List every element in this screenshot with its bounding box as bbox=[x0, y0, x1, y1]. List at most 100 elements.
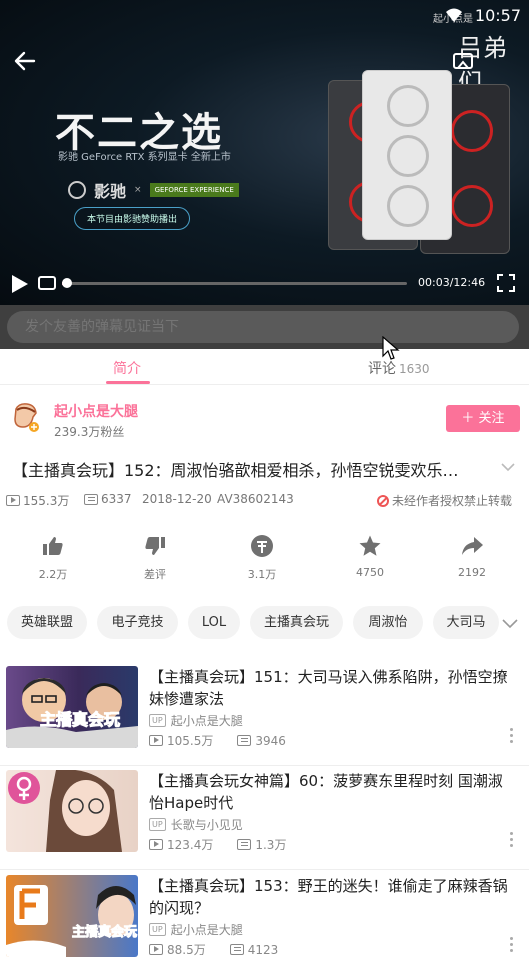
uploader-name[interactable]: 起小点是大腿 bbox=[54, 401, 138, 421]
related-title: 【主播真会玩】151：大司马误入佛系陷阱，孙悟空撩妹惨遭家法 bbox=[149, 668, 508, 708]
related-danmaku-value: 3946 bbox=[255, 733, 286, 748]
up-badge: UP bbox=[149, 714, 166, 727]
video-player[interactable]: 起小点是 10:57 吕弟们 不二之选 影驰 GeForce RTX 系列显卡 … bbox=[0, 0, 529, 305]
prohibited-icon bbox=[377, 494, 389, 507]
action-bar: 2.2万 差评 3.1万 4750 2192 bbox=[0, 530, 529, 582]
thumbnail-badge: 主播真会玩 bbox=[71, 925, 138, 941]
related-danmaku: 1.3万 bbox=[237, 836, 286, 853]
dislike-button[interactable]: 差评 bbox=[125, 530, 185, 582]
related-danmaku-value: 1.3万 bbox=[255, 838, 287, 852]
tab-comments[interactable]: 评论 1630 bbox=[368, 358, 430, 378]
danmaku-input[interactable] bbox=[7, 311, 519, 343]
related-thumbnail: 主播真会玩 bbox=[6, 666, 138, 748]
uploader-fans: 239.3万粉丝 bbox=[54, 425, 125, 439]
up-badge: UP bbox=[149, 818, 166, 831]
ad-partner-badge: GEFORCE EXPERIENCE bbox=[149, 183, 239, 197]
wifi-icon bbox=[446, 8, 462, 22]
view-count: 155.3万 bbox=[6, 492, 69, 509]
favorite-button[interactable]: 4750 bbox=[340, 530, 400, 579]
play-icon[interactable] bbox=[8, 273, 30, 295]
star-icon bbox=[359, 535, 381, 556]
more-options-icon[interactable] bbox=[508, 937, 514, 953]
thumbs-up-icon bbox=[43, 537, 63, 555]
repost-notice: 未经作者授权禁止转载 bbox=[377, 492, 512, 509]
related-uploader-name: 起小点是大腿 bbox=[170, 714, 243, 728]
view-count-value: 155.3万 bbox=[23, 494, 70, 508]
related-video-item[interactable]: 【主播真会玩女神篇】60：菠萝赛东里程时刻 国潮淑怡Hape时代 UP 长歌与小… bbox=[0, 770, 529, 870]
related-thumbnail: 主播真会玩 bbox=[6, 875, 138, 957]
up-badge: UP bbox=[149, 923, 166, 936]
gpu-card-front bbox=[362, 70, 452, 240]
progress-bar[interactable] bbox=[62, 278, 407, 288]
play-count-icon bbox=[149, 735, 163, 746]
coin-button[interactable]: 3.1万 bbox=[232, 530, 292, 582]
progress-knob[interactable] bbox=[62, 278, 72, 288]
content-tabs: 简介 评论 1630 bbox=[0, 349, 529, 385]
danmaku-count-icon bbox=[237, 839, 252, 850]
favorite-count: 4750 bbox=[356, 566, 384, 579]
danmaku-toggle-icon[interactable] bbox=[38, 276, 56, 290]
tag-chip[interactable]: 大司马 bbox=[433, 606, 499, 639]
related-stats: 123.4万 1.3万 bbox=[149, 836, 286, 853]
brand-logo-icon bbox=[68, 181, 86, 199]
like-count: 2.2万 bbox=[38, 568, 68, 581]
share-button[interactable]: 2192 bbox=[442, 530, 502, 579]
related-uploader: UP 起小点是大腿 bbox=[149, 712, 243, 729]
chevron-down-icon[interactable] bbox=[501, 615, 519, 631]
ad-brand-name: 影驰 bbox=[94, 182, 127, 201]
ad-subline: 影驰 GeForce RTX 系列显卡 全新上市 bbox=[58, 152, 231, 163]
related-stats: 88.5万 4123 bbox=[149, 941, 278, 958]
related-uploader: UP 长歌与小见见 bbox=[149, 816, 243, 833]
related-danmaku-value: 4123 bbox=[247, 942, 279, 957]
graphics-card-image bbox=[328, 62, 513, 254]
status-time: 10:57 bbox=[474, 6, 521, 25]
related-stats: 105.5万 3946 bbox=[149, 732, 286, 749]
thumbs-down-icon bbox=[145, 537, 165, 555]
danmaku-count-icon bbox=[229, 944, 244, 955]
related-title: 【主播真会玩女神篇】60：菠萝赛东里程时刻 国潮淑怡Hape时代 bbox=[149, 772, 503, 812]
tag-chip[interactable]: 电子竞技 bbox=[97, 606, 178, 639]
thumbnail-cartoon-image bbox=[6, 885, 136, 957]
share-count: 2192 bbox=[458, 566, 486, 579]
back-arrow-icon[interactable] bbox=[12, 48, 38, 74]
play-count-icon bbox=[149, 839, 163, 850]
related-uploader-name: 长歌与小见见 bbox=[170, 818, 243, 832]
danmaku-count-value: 6337 bbox=[101, 492, 132, 506]
related-views-value: 123.4万 bbox=[167, 838, 214, 852]
related-uploader-name: 起小点是大腿 bbox=[170, 923, 243, 937]
related-views: 105.5万 bbox=[149, 732, 213, 749]
related-views: 88.5万 bbox=[149, 941, 206, 958]
danmaku-bar bbox=[0, 305, 529, 349]
related-uploader: UP 起小点是大腿 bbox=[149, 921, 243, 938]
tag-chip[interactable]: 周淑怡 bbox=[353, 606, 423, 639]
tag-chip[interactable]: 主播真会玩 bbox=[250, 606, 343, 639]
related-video-item[interactable]: 主播真会玩 【主播真会玩】153：野王的迷失！谁偷走了麻辣香锅的闪现？ UP 起… bbox=[0, 875, 529, 962]
danmaku-count: 6337 bbox=[84, 492, 132, 506]
more-options-icon[interactable] bbox=[508, 728, 514, 744]
thumbnail-badge: 主播真会玩 bbox=[39, 710, 121, 730]
danmaku-count-icon bbox=[84, 493, 98, 505]
tab-active-indicator bbox=[106, 381, 150, 384]
avatar[interactable] bbox=[11, 401, 41, 433]
player-controls: 00:03/12:46 bbox=[0, 265, 529, 305]
tag-list: 英雄联盟 电子竞技 LOL 主播真会玩 周淑怡 大司马 bbox=[0, 606, 529, 640]
fullscreen-icon[interactable] bbox=[496, 273, 516, 293]
more-options-icon[interactable] bbox=[508, 832, 514, 848]
tab-intro[interactable]: 简介 bbox=[113, 358, 141, 378]
related-views: 123.4万 bbox=[149, 836, 213, 853]
share-icon bbox=[462, 537, 483, 555]
chevron-down-icon[interactable] bbox=[500, 459, 516, 475]
follow-button[interactable]: ＋ 关注 bbox=[446, 405, 520, 432]
like-button[interactable]: 2.2万 bbox=[23, 530, 83, 582]
timecode: 00:03/12:46 bbox=[418, 276, 486, 289]
related-danmaku: 4123 bbox=[229, 941, 279, 958]
publish-date: 2018-12-20 bbox=[142, 492, 212, 506]
video-title: 【主播真会玩】152：周淑怡骆歆相爱相杀，孙悟空锐雯欢乐… bbox=[12, 461, 459, 480]
tag-chip[interactable]: 英雄联盟 bbox=[7, 606, 87, 639]
related-video-item[interactable]: 主播真会玩 【主播真会玩】151：大司马误入佛系陷阱，孙悟空撩妹惨遭家法 UP … bbox=[0, 666, 529, 766]
uploader-row: 起小点是大腿 239.3万粉丝 ＋ 关注 bbox=[0, 395, 529, 443]
play-count-icon bbox=[149, 944, 163, 955]
av-number: AV38602143 bbox=[217, 492, 294, 506]
related-views-value: 105.5万 bbox=[167, 734, 214, 748]
tag-chip[interactable]: LOL bbox=[188, 606, 240, 639]
